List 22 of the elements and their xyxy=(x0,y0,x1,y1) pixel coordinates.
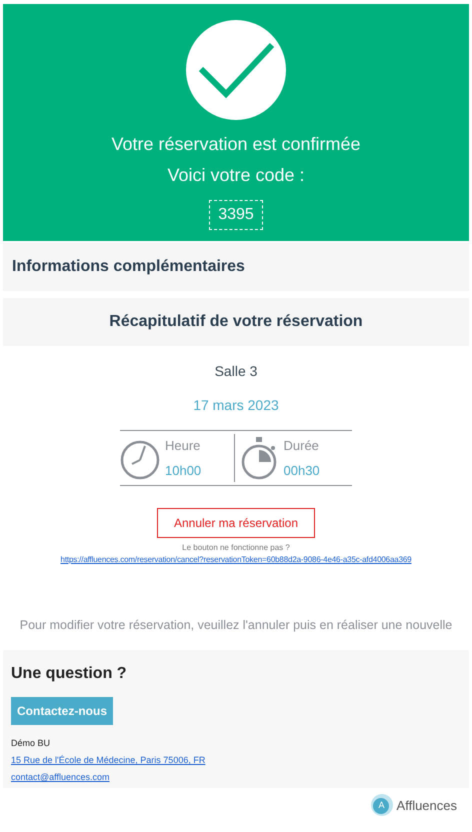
email-link[interactable]: contact@affluences.com xyxy=(11,772,110,782)
organization-name: Démo BU xyxy=(11,738,50,748)
brand-name: Affluences xyxy=(396,798,457,812)
detail-label: Durée xyxy=(284,438,320,453)
contact-title: Une question ? xyxy=(11,665,127,683)
reservation-date: 17 mars 2023 xyxy=(192,397,280,413)
help-text: Le bouton ne fonctionne pas ? xyxy=(181,543,291,552)
cancel-link[interactable]: https://affluences.com/reservation/cancel?reservationToken=60b88d2a-9086-4e46-a35c-afd4006aa369 xyxy=(60,555,412,564)
check-icon xyxy=(186,20,286,120)
logo-icon: A xyxy=(370,794,393,816)
code-label: Voici votre code : xyxy=(167,165,305,186)
confirmation-title: Votre réservation est confirmée xyxy=(111,134,361,155)
detail-value: 00h30 xyxy=(284,463,320,478)
detail-value: 10h00 xyxy=(165,463,202,478)
notice-text: Pour modifier votre réservation, veuillez l'annuler puis en réaliser une nouvelle xyxy=(18,618,454,632)
info-header: Informations complémentaires xyxy=(3,243,469,291)
summary-header: Récapitulatif de votre réservation xyxy=(3,298,469,346)
reservation-code: 3395 xyxy=(209,200,263,230)
cancel-button[interactable]: Annuler ma réservation xyxy=(156,508,316,538)
address-link[interactable]: 15 Rue de l'École de Médecine, Paris 75006, FR xyxy=(11,755,206,765)
detail-label: Heure xyxy=(165,438,202,453)
room-name: Salle 3 xyxy=(214,363,258,379)
